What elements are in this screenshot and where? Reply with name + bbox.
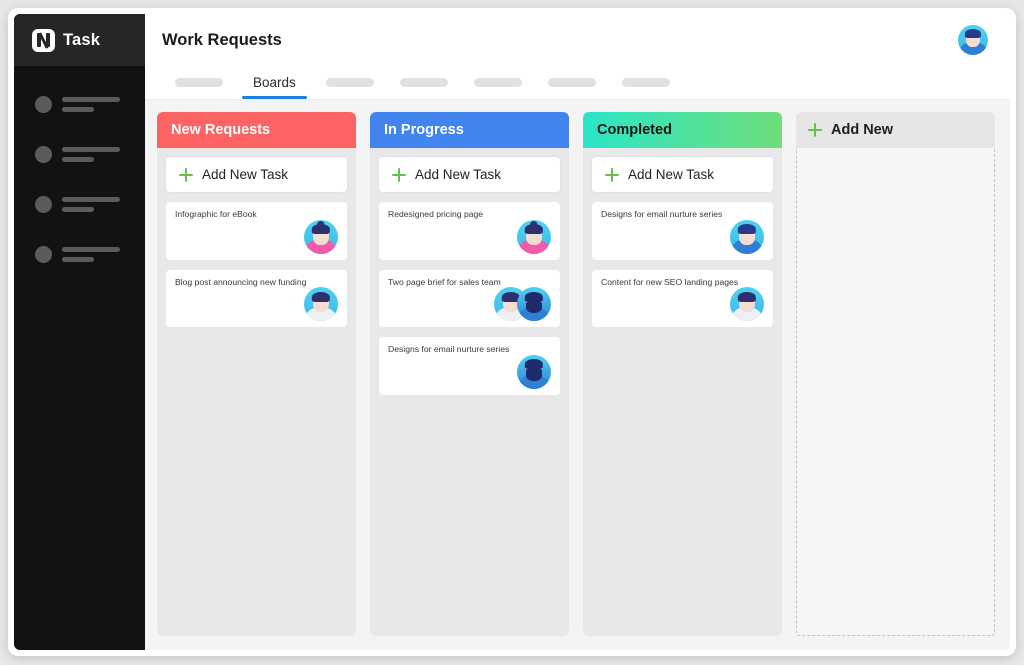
tab-placeholder-pill bbox=[622, 78, 670, 87]
sidebar-item-1[interactable] bbox=[14, 86, 145, 123]
sidebar-item-3[interactable] bbox=[14, 186, 145, 223]
user-avatar[interactable] bbox=[958, 25, 988, 55]
add-new-task-label: Add New Task bbox=[202, 167, 288, 182]
add-new-task-button[interactable]: Add New Task bbox=[591, 156, 774, 193]
column-body: Add New Task Infographic for eBook Blog po… bbox=[157, 148, 356, 636]
sidebar-item-avatar-icon bbox=[35, 196, 52, 213]
tab-placeholder-2[interactable] bbox=[326, 65, 374, 99]
task-card[interactable]: Infographic for eBook bbox=[165, 201, 348, 261]
task-card-assignees bbox=[175, 220, 338, 254]
app-window: Task Work Requests Boards New RequestsAd… bbox=[8, 8, 1016, 656]
task-card-assignees bbox=[601, 220, 764, 254]
sidebar-item-placeholder bbox=[62, 197, 120, 212]
task-card[interactable]: Redesigned pricing page bbox=[378, 201, 561, 261]
sidebar: Task bbox=[14, 14, 145, 650]
window-inner: Task Work Requests Boards New RequestsAd… bbox=[14, 14, 1010, 650]
n-logo-icon bbox=[32, 29, 55, 52]
board-column: Completed Add New Task Designs for email n… bbox=[583, 112, 782, 636]
plus-icon bbox=[392, 168, 406, 182]
main-area: Work Requests Boards New RequestsAdd New… bbox=[145, 14, 1010, 650]
task-card[interactable]: Designs for email nurture series bbox=[378, 336, 561, 396]
tab-placeholder-pill bbox=[474, 78, 522, 87]
add-new-task-label: Add New Task bbox=[628, 167, 714, 182]
task-card-title: Infographic for eBook bbox=[175, 209, 338, 220]
task-card[interactable]: Blog post announcing new funding bbox=[165, 269, 348, 329]
add-new-column-body bbox=[796, 148, 995, 636]
task-card-title: Designs for email nurture series bbox=[388, 344, 551, 355]
add-new-task-label: Add New Task bbox=[415, 167, 501, 182]
task-card-title: Blog post announcing new funding bbox=[175, 277, 338, 288]
add-new-label: Add New bbox=[831, 122, 893, 138]
task-card-assignees bbox=[175, 287, 338, 321]
sidebar-item-placeholder bbox=[62, 97, 120, 112]
tab-placeholder-5[interactable] bbox=[548, 65, 596, 99]
task-card[interactable]: Designs for email nurture series bbox=[591, 201, 774, 261]
task-card-assignees bbox=[388, 220, 551, 254]
task-card-title: Redesigned pricing page bbox=[388, 209, 551, 220]
task-card-assignees bbox=[388, 287, 551, 321]
task-card-title: Content for new SEO landing pages bbox=[601, 277, 764, 288]
column-header: New Requests bbox=[157, 112, 356, 148]
plus-icon bbox=[179, 168, 193, 182]
tab-placeholder-4[interactable] bbox=[474, 65, 522, 99]
sidebar-nav bbox=[14, 66, 145, 286]
sidebar-item-placeholder bbox=[62, 247, 120, 262]
topbar: Work Requests bbox=[145, 14, 1010, 66]
assignee-avatar[interactable] bbox=[304, 287, 338, 321]
tab-placeholder-pill bbox=[326, 78, 374, 87]
tab-placeholder-pill bbox=[175, 78, 223, 87]
tab-placeholder-6[interactable] bbox=[622, 65, 670, 99]
page-title: Work Requests bbox=[162, 31, 282, 50]
plus-icon bbox=[605, 168, 619, 182]
tab-placeholder-1[interactable] bbox=[175, 65, 223, 99]
sidebar-item-avatar-icon bbox=[35, 246, 52, 263]
sidebar-item-2[interactable] bbox=[14, 136, 145, 173]
add-new-task-button[interactable]: Add New Task bbox=[165, 156, 348, 193]
task-card-assignees bbox=[601, 287, 764, 321]
column-header: Completed bbox=[583, 112, 782, 148]
assignee-avatar[interactable] bbox=[517, 220, 551, 254]
tab-placeholder-pill bbox=[548, 78, 596, 87]
plus-icon bbox=[808, 123, 822, 137]
assignee-avatar[interactable] bbox=[730, 220, 764, 254]
assignee-avatar[interactable] bbox=[730, 287, 764, 321]
sidebar-item-avatar-icon bbox=[35, 96, 52, 113]
column-body: Add New Task Designs for email nurture se… bbox=[583, 148, 782, 636]
assignee-avatar[interactable] bbox=[304, 220, 338, 254]
brand-name: Task bbox=[63, 31, 100, 50]
add-new-column-header[interactable]: Add New bbox=[796, 112, 995, 148]
task-card-assignees bbox=[388, 355, 551, 389]
tab-bar: Boards bbox=[145, 66, 1010, 100]
brand[interactable]: Task bbox=[14, 14, 145, 66]
tab-placeholder-3[interactable] bbox=[400, 65, 448, 99]
add-new-column[interactable]: Add New bbox=[796, 112, 995, 636]
assignee-avatar[interactable] bbox=[517, 355, 551, 389]
column-body: Add New Task Redesigned pricing page Two p… bbox=[370, 148, 569, 636]
add-new-task-button[interactable]: Add New Task bbox=[378, 156, 561, 193]
task-card[interactable]: Content for new SEO landing pages bbox=[591, 269, 774, 329]
board: New Requests Add New Task Infographic for … bbox=[145, 100, 1010, 650]
tab-boards[interactable]: Boards bbox=[242, 65, 307, 99]
sidebar-item-4[interactable] bbox=[14, 236, 145, 273]
column-header: In Progress bbox=[370, 112, 569, 148]
sidebar-item-placeholder bbox=[62, 147, 120, 162]
sidebar-item-avatar-icon bbox=[35, 146, 52, 163]
board-column: In Progress Add New Task Redesigned pricin… bbox=[370, 112, 569, 636]
task-card[interactable]: Two page brief for sales team bbox=[378, 269, 561, 329]
board-column: New Requests Add New Task Infographic for … bbox=[157, 112, 356, 636]
tab-placeholder-pill bbox=[400, 78, 448, 87]
task-card-title: Designs for email nurture series bbox=[601, 209, 764, 220]
task-card-title: Two page brief for sales team bbox=[388, 277, 551, 288]
assignee-avatar[interactable] bbox=[517, 287, 551, 321]
